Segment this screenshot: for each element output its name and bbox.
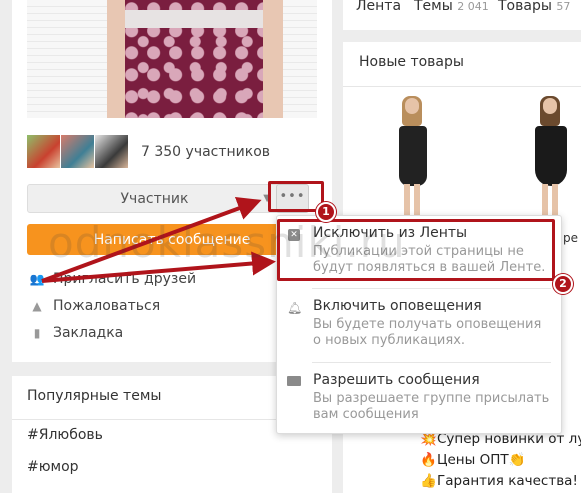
product-card[interactable] [373, 96, 449, 224]
fire-icon: 🔥 [420, 452, 437, 468]
people-icon: 👥 [29, 272, 45, 286]
feed-line[interactable]: 🔥Цены ОПТ👏 [420, 452, 525, 468]
report-link[interactable]: ▲ Пожаловаться [29, 298, 160, 314]
divider [312, 288, 551, 289]
watermark: odnoklassniki.ru [48, 218, 406, 267]
members-count[interactable]: 7 350 участников [141, 144, 270, 160]
product-card[interactable] [511, 96, 581, 224]
group-tabs: Лента Темы 2 041 Товары 57 [343, 0, 581, 30]
highlight-box-more-button [268, 181, 324, 212]
member-status-button[interactable]: Участник ▼ [27, 184, 282, 213]
popular-topics-title: Популярные темы [27, 388, 162, 404]
invite-friends-link[interactable]: 👥 Пригласить друзей [29, 271, 197, 287]
member-avatar[interactable] [61, 135, 94, 168]
bookmark-icon: ▮ [33, 326, 41, 340]
members-row[interactable]: 7 350 участников [27, 135, 270, 168]
member-avatar[interactable] [95, 135, 128, 168]
tab-feed[interactable]: Лента [356, 0, 401, 14]
enable-notifications-title: Включить оповещения [313, 298, 482, 314]
bookmark-label: Закладка [53, 325, 124, 341]
member-avatar[interactable] [27, 135, 60, 168]
thumbs-up-icon: 👍 [420, 473, 437, 489]
group-cover-image[interactable] [27, 0, 317, 118]
product-label-partial: ре [563, 231, 578, 245]
member-status-label: Участник [120, 190, 189, 207]
new-goods-title: Новые товары [359, 54, 464, 70]
topic-tag[interactable]: #юмор [27, 459, 79, 475]
divider [343, 86, 581, 87]
mail-icon [287, 376, 301, 386]
enable-notifications-desc: Вы будете получать оповещения о новых пу… [313, 317, 542, 348]
invite-friends-label: Пригласить друзей [53, 271, 197, 287]
tab-count: 57 [556, 0, 571, 13]
step-badge: 2 [553, 274, 573, 294]
topic-tag[interactable]: #Ялюбовь [27, 427, 103, 443]
allow-messages-item[interactable]: Разрешить сообщения Вы разрешаете группе… [277, 372, 563, 426]
report-label: Пожаловаться [53, 298, 161, 314]
allow-messages-desc: Вы разрешаете группе присылать вам сообщ… [313, 391, 550, 422]
feed-line[interactable]: 👍Гарантия качества! пр [420, 473, 581, 489]
bell-icon: 🔔︎ [287, 301, 303, 315]
allow-messages-title: Разрешить сообщения [313, 372, 480, 388]
tab-topics[interactable]: Темы 2 041 [414, 0, 489, 14]
tab-count: 2 041 [457, 0, 489, 13]
enable-notifications-item[interactable]: 🔔︎ Включить оповещения Вы будете получат… [277, 298, 563, 352]
tab-goods[interactable]: Товары 57 [498, 0, 570, 14]
warning-icon: ▲ [32, 299, 42, 313]
divider [312, 362, 551, 363]
bookmark-link[interactable]: ▮ Закладка [29, 325, 124, 341]
